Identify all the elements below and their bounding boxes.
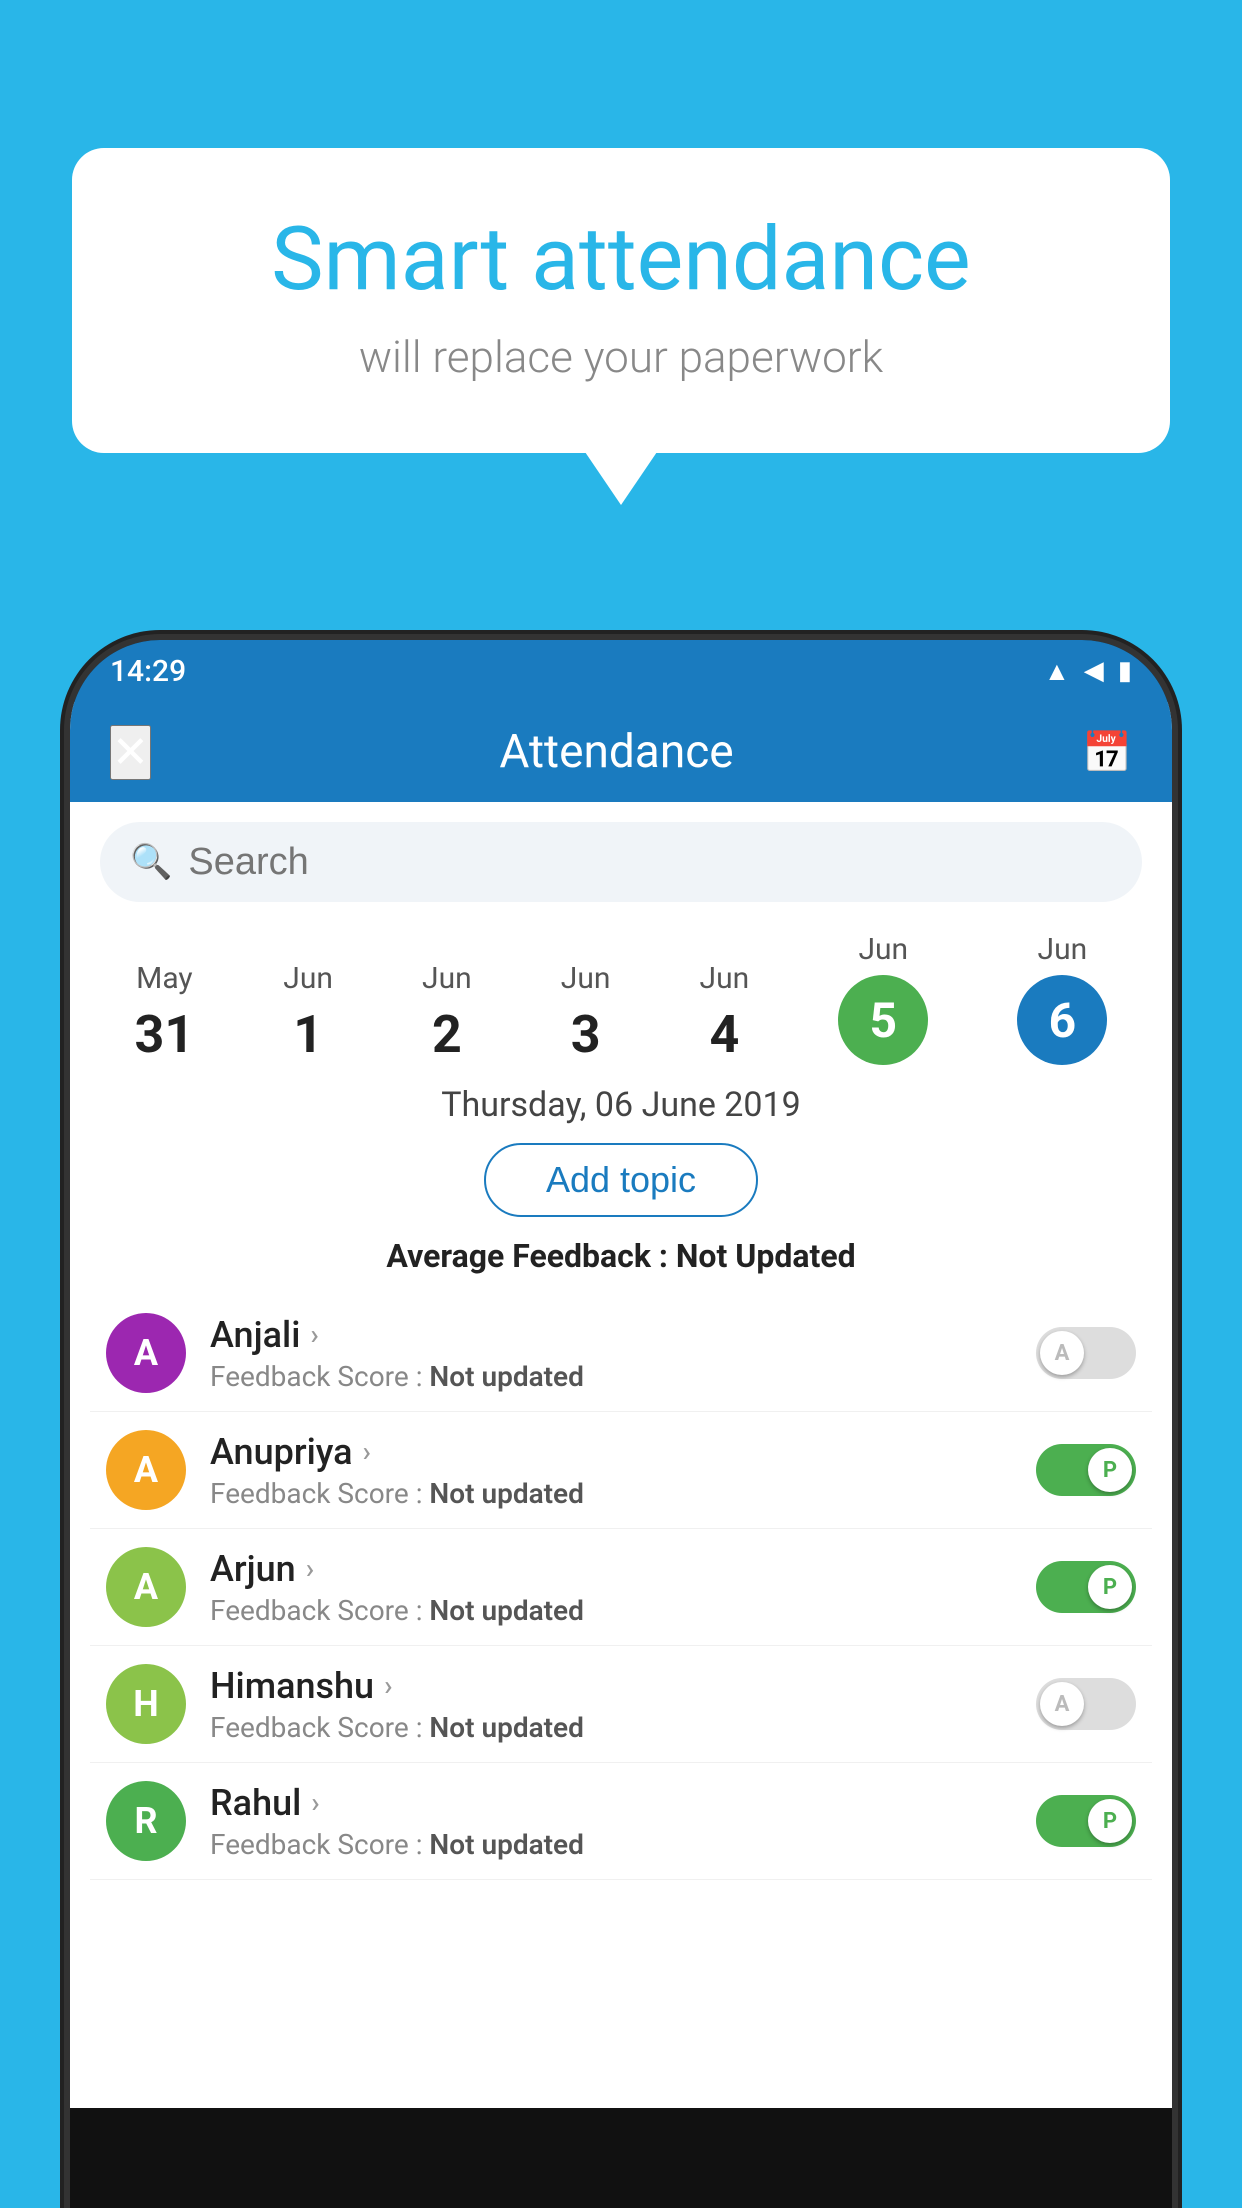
toggle-knob: P	[1088, 1799, 1132, 1843]
toggle-switch[interactable]: P	[1036, 1795, 1136, 1847]
toggle-switch[interactable]: A	[1036, 1327, 1136, 1379]
student-info: Himanshu › Feedback Score : Not updated	[210, 1665, 1012, 1744]
date-item[interactable]: May 31	[135, 961, 195, 1065]
student-item: A Anjali › Feedback Score : Not updated A	[90, 1295, 1152, 1412]
student-feedback: Feedback Score : Not updated	[210, 1594, 1012, 1627]
date-day: 2	[432, 1004, 462, 1065]
chevron-right-icon: ›	[306, 1552, 314, 1585]
add-topic-button[interactable]: Add topic	[484, 1143, 758, 1217]
student-info: Rahul › Feedback Score : Not updated	[210, 1782, 1012, 1861]
status-icons: ▲ ◀ ▮	[1044, 656, 1132, 687]
chevron-right-icon: ›	[384, 1669, 392, 1702]
speech-bubble: Smart attendance will replace your paper…	[72, 148, 1170, 453]
date-item[interactable]: Jun 6	[1017, 932, 1107, 1065]
date-month: Jun	[422, 961, 472, 996]
date-item[interactable]: Jun 4	[700, 961, 750, 1065]
date-month: Jun	[1038, 932, 1088, 967]
date-item[interactable]: Jun 5	[838, 932, 928, 1065]
status-time: 14:29	[110, 654, 186, 689]
student-name[interactable]: Arjun ›	[210, 1548, 1012, 1590]
phone-frame: 14:29 ▲ ◀ ▮ ✕ Attendance 📅 🔍 May31Jun1Ju…	[70, 640, 1172, 2208]
student-name[interactable]: Anupriya ›	[210, 1431, 1012, 1473]
attendance-toggle[interactable]: P	[1036, 1795, 1136, 1847]
student-info: Arjun › Feedback Score : Not updated	[210, 1548, 1012, 1627]
student-item: A Arjun › Feedback Score : Not updated P	[90, 1529, 1152, 1646]
student-feedback: Feedback Score : Not updated	[210, 1360, 1012, 1393]
close-button[interactable]: ✕	[110, 725, 151, 780]
toggle-knob: P	[1088, 1565, 1132, 1609]
student-feedback: Feedback Score : Not updated	[210, 1477, 1012, 1510]
app-content: 🔍 May 31 Jun 1 Jun 2 Jun 3 Jun 4 Jun 5 Jun 6 Thursday…	[70, 802, 1172, 2108]
signal-icon: ◀	[1084, 656, 1104, 686]
attendance-toggle[interactable]: P	[1036, 1444, 1136, 1496]
chevron-right-icon: ›	[363, 1435, 371, 1468]
student-feedback: Feedback Score : Not updated	[210, 1711, 1012, 1744]
student-list: AAnjali ›Feedback Score : Not updatedAAA…	[70, 1295, 1172, 1880]
toggle-knob: A	[1040, 1331, 1084, 1375]
avg-feedback-value: Not Updated	[676, 1237, 856, 1275]
avg-feedback: Average Feedback : Not Updated	[70, 1237, 1172, 1275]
student-item: H Himanshu › Feedback Score : Not updated A	[90, 1646, 1152, 1763]
avg-feedback-label: Average Feedback :	[386, 1237, 668, 1275]
toggle-knob: P	[1088, 1448, 1132, 1492]
student-avatar: A	[106, 1430, 186, 1510]
status-bar: 14:29 ▲ ◀ ▮	[70, 640, 1172, 702]
date-item[interactable]: Jun 3	[561, 961, 611, 1065]
speech-bubble-subtext: will replace your paperwork	[152, 331, 1090, 383]
student-name[interactable]: Rahul ›	[210, 1782, 1012, 1824]
app-title: Attendance	[499, 725, 733, 779]
date-month: May	[136, 961, 192, 996]
student-feedback: Feedback Score : Not updated	[210, 1828, 1012, 1861]
attendance-toggle[interactable]: A	[1036, 1327, 1136, 1379]
toggle-switch[interactable]: A	[1036, 1678, 1136, 1730]
calendar-icon[interactable]: 📅	[1082, 729, 1132, 776]
attendance-toggle[interactable]: P	[1036, 1561, 1136, 1613]
search-input[interactable]	[188, 841, 1112, 884]
toggle-knob: A	[1040, 1682, 1084, 1726]
date-month: Jun	[858, 932, 908, 967]
date-day-circle: 5	[838, 975, 928, 1065]
date-month: Jun	[561, 961, 611, 996]
date-month: Jun	[283, 961, 333, 996]
search-bar: 🔍	[100, 822, 1142, 902]
attendance-toggle[interactable]: A	[1036, 1678, 1136, 1730]
student-name[interactable]: Himanshu ›	[210, 1665, 1012, 1707]
student-name[interactable]: Anjali ›	[210, 1314, 1012, 1356]
date-label: Thursday, 06 June 2019	[70, 1085, 1172, 1125]
student-info: Anupriya › Feedback Score : Not updated	[210, 1431, 1012, 1510]
toggle-switch[interactable]: P	[1036, 1561, 1136, 1613]
student-avatar: H	[106, 1664, 186, 1744]
speech-bubble-heading: Smart attendance	[152, 208, 1090, 311]
student-item: A Anupriya › Feedback Score : Not updated P	[90, 1412, 1152, 1529]
date-item[interactable]: Jun 2	[422, 961, 472, 1065]
student-avatar: R	[106, 1781, 186, 1861]
student-avatar: A	[106, 1547, 186, 1627]
chevron-right-icon: ›	[311, 1786, 319, 1819]
date-item[interactable]: Jun 1	[283, 961, 333, 1065]
app-header: ✕ Attendance 📅	[70, 702, 1172, 802]
student-info: Anjali › Feedback Score : Not updated	[210, 1314, 1012, 1393]
search-icon: 🔍	[130, 842, 172, 882]
date-selector: May 31 Jun 1 Jun 2 Jun 3 Jun 4 Jun 5 Jun 6	[70, 912, 1172, 1075]
toggle-switch[interactable]: P	[1036, 1444, 1136, 1496]
date-day: 3	[571, 1004, 601, 1065]
battery-icon: ▮	[1118, 656, 1132, 686]
date-day: 1	[293, 1004, 323, 1065]
date-month: Jun	[700, 961, 750, 996]
wifi-icon: ▲	[1044, 656, 1070, 687]
date-day: 31	[135, 1004, 195, 1065]
student-item: R Rahul › Feedback Score : Not updated P	[90, 1763, 1152, 1880]
date-day: 4	[709, 1004, 739, 1065]
chevron-right-icon: ›	[310, 1318, 318, 1351]
student-avatar: A	[106, 1313, 186, 1393]
date-day-circle: 6	[1017, 975, 1107, 1065]
